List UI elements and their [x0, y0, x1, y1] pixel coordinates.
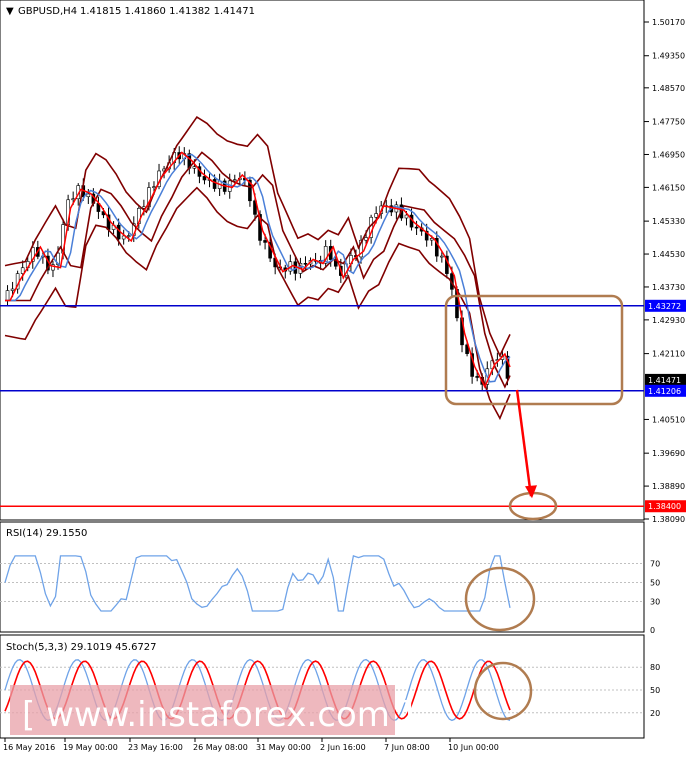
price-tick-label: 1.46150	[652, 183, 685, 192]
time-tick-label: 7 Jun 08:00	[384, 743, 430, 752]
price-badge-label: 1.41206	[648, 387, 681, 396]
candle-body	[364, 237, 368, 241]
time-tick-label: 19 May 00:00	[63, 743, 118, 752]
time-tick-label: 23 May 16:00	[128, 743, 183, 752]
price-badge-label: 1.38400	[648, 502, 681, 511]
candle-body	[263, 240, 267, 243]
price-tick-label: 1.48570	[652, 84, 685, 93]
price-tick-label: 1.38890	[652, 482, 685, 491]
header-symbol: GBPUSD,H4	[18, 6, 77, 17]
price-tick-label: 1.40510	[652, 415, 685, 424]
time-tick-label: 16 May 2016	[3, 743, 55, 752]
price-tick-label: 1.46950	[652, 150, 685, 159]
candle-body	[10, 288, 15, 291]
candle-body	[212, 179, 217, 189]
candle-body	[414, 226, 419, 229]
rsi-label: RSI(14) 29.1550	[6, 528, 87, 539]
candle-body	[475, 376, 479, 378]
stoch-level-label: 20	[650, 709, 660, 718]
price-tick-label: 1.42110	[652, 350, 685, 359]
trading-chart: 70 50 30 0 80 50 20 1.50170 1.49350 1.48570 1.47…	[0, 0, 688, 754]
candle-body	[192, 166, 197, 169]
price-tick-label: 1.50170	[652, 18, 685, 27]
stoch-level-label: 50	[650, 686, 660, 695]
price-axis: 1.50170 1.49350 1.48570 1.47750 1.46950 1.461…	[644, 18, 686, 524]
time-tick-label: 10 Jun 00:00	[448, 743, 499, 752]
price-tick-label: 1.47750	[652, 118, 685, 127]
stoch-level-label: 80	[650, 663, 660, 672]
rsi-level-label: 50	[650, 579, 660, 588]
header-symbol-icon-arrow: ▼	[6, 6, 14, 17]
candle-body	[202, 176, 207, 181]
candle-body	[71, 198, 75, 201]
candle-body	[86, 193, 91, 198]
price-tick-label: 1.39690	[652, 449, 685, 458]
time-tick-label: 2 Jun 16:00	[320, 743, 366, 752]
price-badge-label: 1.43272	[648, 302, 681, 311]
time-tick-label: 26 May 08:00	[193, 743, 248, 752]
price-tick-label: 1.43730	[652, 283, 685, 292]
price-tick-label: 1.42930	[652, 316, 685, 325]
time-tick-label: 31 May 00:00	[256, 743, 311, 752]
candle-body	[126, 235, 131, 237]
candle-body	[429, 238, 434, 241]
candle-body	[232, 179, 237, 182]
candle-body	[303, 263, 308, 265]
candle-body	[5, 290, 10, 301]
chart-svg: 70 50 30 0 80 50 20 1.50170 1.49350 1.48570 1.47…	[0, 0, 686, 752]
rsi-level-label: 30	[650, 598, 660, 607]
watermark-text: [ www.instaforex.com ]	[22, 695, 414, 735]
candle-body	[374, 213, 378, 218]
stoch-label: Stoch(5,3,3) 29.1019 45.6727	[6, 642, 157, 653]
rsi-level-label: 0	[650, 626, 655, 635]
price-tick-label: 1.45330	[652, 217, 685, 226]
candle-body	[440, 255, 444, 258]
price-badge-label: 1.41471	[648, 376, 681, 385]
candle-body	[152, 186, 156, 188]
price-tick-label: 1.49350	[652, 52, 685, 61]
time-axis: 16 May 2016 19 May 00:00 23 May 16:00 26 Ma…	[3, 738, 499, 752]
price-tick-label: 1.44530	[652, 250, 685, 259]
price-tick-label: 1.38090	[652, 515, 685, 524]
header-ohlc: 1.41815 1.41860 1.41382 1.41471	[80, 6, 255, 17]
rsi-level-label: 70	[650, 560, 660, 569]
